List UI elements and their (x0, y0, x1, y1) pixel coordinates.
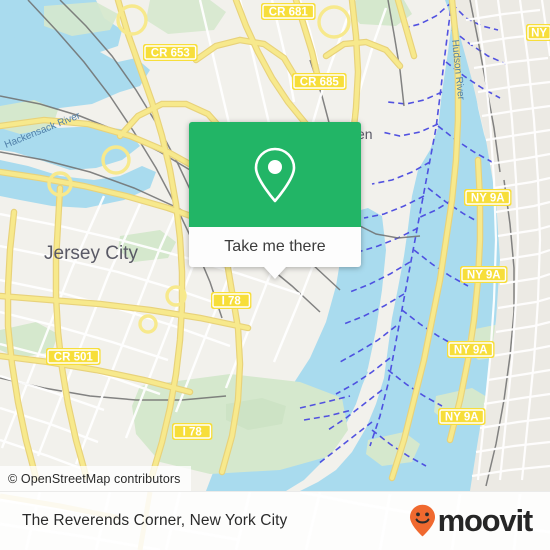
road-shield-label: CR 653 (151, 48, 190, 60)
take-me-there-button[interactable]: Take me there (189, 227, 361, 279)
take-me-there-label: Take me there (224, 238, 326, 255)
road-shield: I 78 (172, 423, 213, 440)
station-popup-card[interactable]: Take me there (189, 122, 361, 279)
road-shield: NY 9A (447, 341, 495, 358)
road-shield: CR 653 (143, 44, 198, 61)
road-shield: CR 501 (46, 348, 101, 365)
road-shield: CR 685 (292, 73, 347, 90)
road-shield: I 78 (211, 292, 252, 309)
road-shield-label: NY 9A (454, 345, 488, 357)
moovit-station-map-page: Hackensack River Hudson River Jersey City… (0, 0, 550, 550)
moovit-wordmark: moovit (437, 503, 534, 538)
road-shield: CR 681 (261, 3, 316, 20)
moovit-logo[interactable]: moovit (409, 503, 534, 538)
road-shield-label: I 78 (222, 296, 242, 308)
moovit-smile-pin-icon (409, 504, 435, 537)
road-shield: NY 9A (464, 189, 512, 206)
place-label: Jersey City (44, 243, 138, 264)
road-shield-label: NY 9A (471, 193, 505, 205)
road-shield-label: CR 681 (269, 7, 309, 19)
road-shield: NY 9A (460, 266, 508, 283)
road-shield-label: I 78 (183, 427, 203, 439)
road-shield: NY 9A (438, 408, 486, 425)
page-footer: The Reverends Corner, New York City moov… (0, 491, 550, 550)
footer-top-divider (0, 491, 550, 492)
popup-pointer-tail (264, 267, 286, 279)
road-shield-label: NY 9A (445, 412, 479, 424)
road-shield-label: NY (531, 28, 547, 40)
road-shield-label: CR 501 (54, 352, 94, 364)
road-shield-label: CR 685 (300, 77, 340, 89)
map-pin-icon (254, 147, 296, 202)
place-title: The Reverends Corner, New York City (22, 511, 288, 529)
popup-image-panel (189, 122, 361, 227)
osm-attribution[interactable]: © OpenStreetMap contributors (0, 466, 191, 491)
road-shield-label: NY 9A (467, 270, 501, 282)
osm-attribution-text: © OpenStreetMap contributors (8, 471, 181, 486)
road-shield: NY (526, 24, 550, 41)
